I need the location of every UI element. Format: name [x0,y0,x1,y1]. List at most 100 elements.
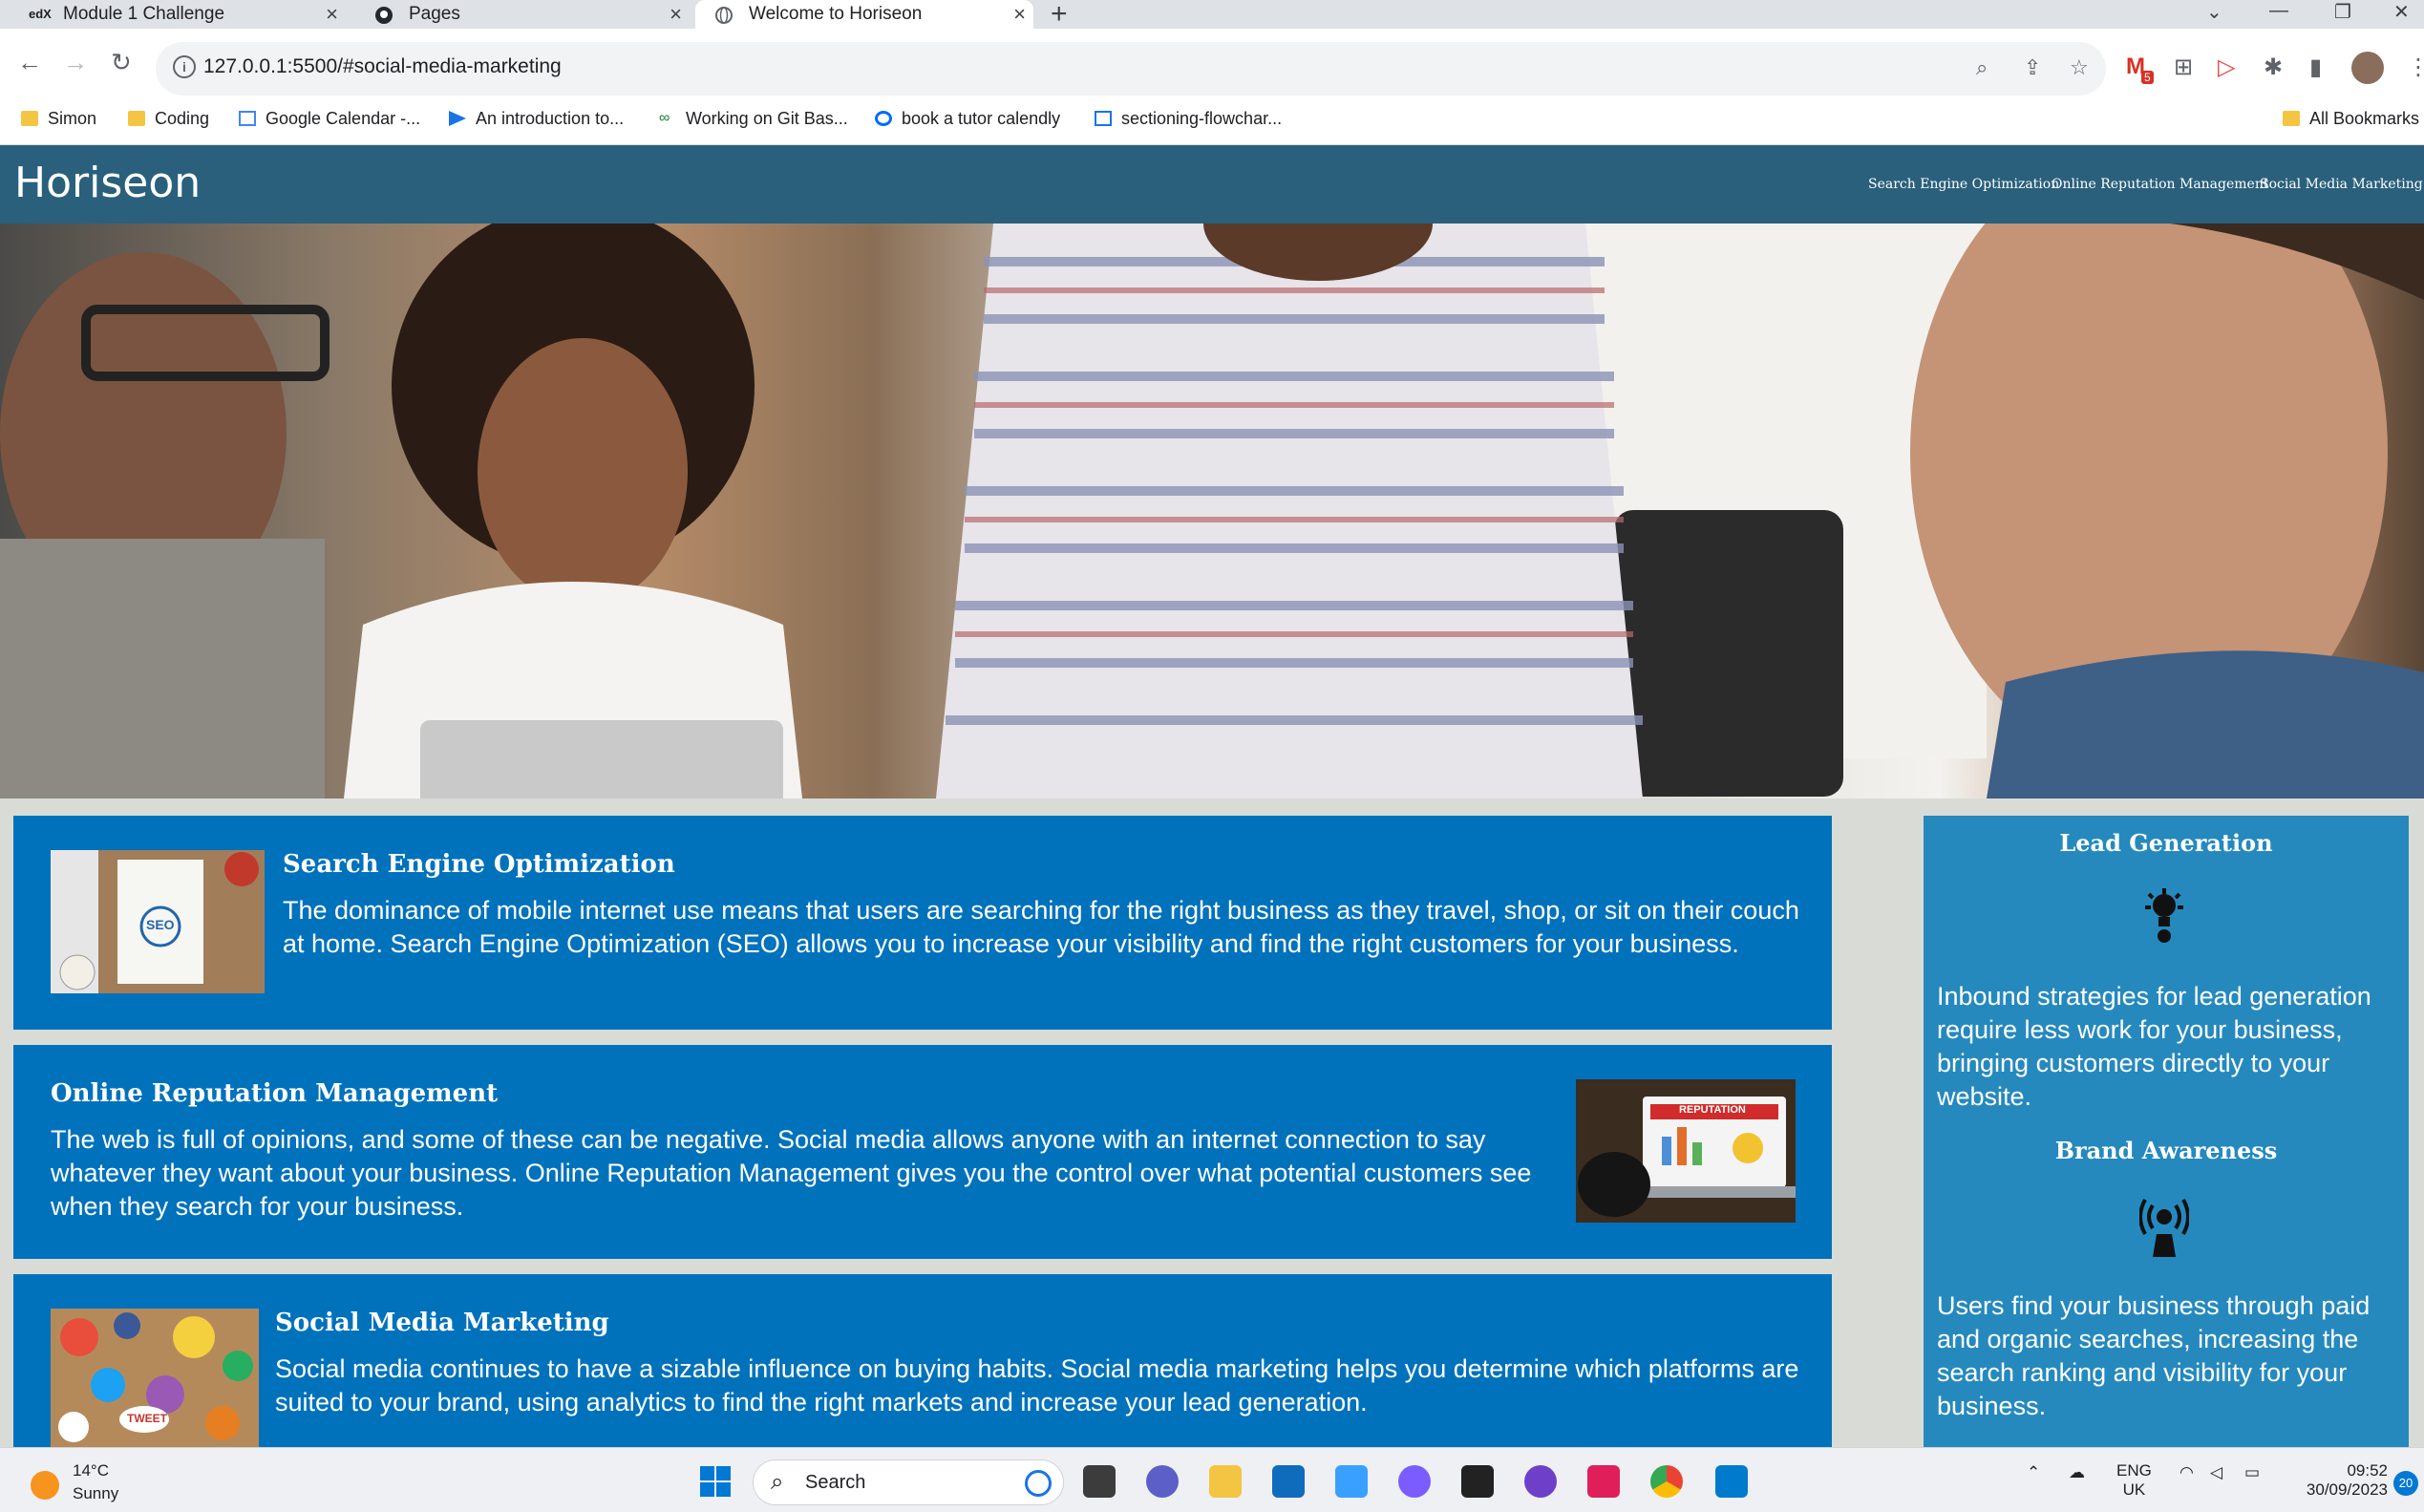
lead-generation-icon [2139,888,2189,948]
share-icon[interactable]: ⇪ [2024,55,2041,80]
tab-module-1-challenge[interactable]: edX Module 1 Challenge × [0,0,346,29]
teams-chat-icon[interactable] [1146,1465,1179,1498]
bookmark-label: book a tutor calendly [902,108,1061,128]
bookmark-google-calendar[interactable]: Google Calendar -... [239,105,420,132]
bookmark-git-bash[interactable]: ∞ Working on Git Bas... [659,105,848,132]
restore-icon[interactable]: ❐ [2334,0,2351,24]
bookmark-sectioning-flowchart[interactable]: sectioning-flowchar... [1095,105,1282,132]
bookmark-introduction[interactable]: An introduction to... [449,105,624,132]
tab-title: Module 1 Challenge [63,4,225,24]
sunny-weather-icon [31,1471,59,1500]
clock[interactable]: 09:52 30/09/2023 [2292,1461,2388,1500]
search-icon: ⌕ [771,1469,784,1495]
messenger-icon[interactable] [1398,1465,1431,1498]
grid-extension-icon[interactable]: ⊞ [2174,53,2193,81]
extensions-puzzle-icon[interactable]: ✱ [2264,53,2283,81]
folder-icon [128,111,145,126]
tab-strip: edX Module 1 Challenge × Pages × Welcome… [0,0,2424,31]
tab-welcome-to-horiseon[interactable]: Welcome to Horiseon × [695,0,1033,29]
calendar-icon [239,111,256,126]
nav-link-reputation[interactable]: Online Reputation Management [2052,177,2268,192]
bookmark-label: Coding [155,108,210,128]
bookmark-label: All Bookmarks [2309,108,2420,128]
reputation-thumbnail: REPUTATION [1576,1079,1796,1223]
bookmark-label: Working on Git Bas... [686,108,848,128]
globe-icon [714,6,734,24]
task-view-icon[interactable] [1083,1465,1116,1498]
region-code: UK [2122,1480,2146,1499]
bookmark-simon[interactable]: Simon [21,105,96,132]
terminal-icon[interactable] [1461,1465,1494,1498]
battery-icon[interactable]: ▭ [2244,1463,2260,1482]
tab-search-icon[interactable]: ⌄ [2206,0,2222,24]
file-explorer-icon[interactable] [1209,1465,1242,1498]
profile-avatar[interactable] [2351,52,2384,84]
card-seo: SEO Search Engine Optimization The domin… [13,816,1832,1030]
site-info-icon[interactable]: i [173,55,196,78]
bookmark-coding[interactable]: Coding [128,105,209,132]
chrome-icon[interactable] [1650,1465,1683,1498]
close-tab-icon[interactable]: × [326,2,338,27]
seo-thumbnail: SEO [51,850,265,993]
nav-link-social-media[interactable]: Social Media Marketing [2260,177,2423,192]
close-tab-icon[interactable]: × [670,2,682,27]
benefit-text-lead-generation: Inbound strategies for lead generation r… [1937,982,2371,1111]
benefit-title-lead-generation: Lead Generation [2059,829,2273,857]
clock-time: 09:52 [2347,1461,2388,1480]
close-tab-icon[interactable]: × [1013,2,1026,27]
language-indicator[interactable]: ENG UK [2116,1461,2152,1500]
tab-title: Welcome to Horiseon [749,4,923,24]
benefits-sidebar: Lead Generation Inbound strategies for l… [1924,816,2409,1484]
microsoft-store-icon[interactable] [1272,1465,1305,1498]
benefit-title-brand-awareness: Brand Awareness [2054,1137,2278,1164]
minimize-icon[interactable]: — [2269,0,2288,22]
all-bookmarks[interactable]: All Bookmarks [2283,105,2419,132]
thumb-caption: TWEET [127,1412,167,1425]
github-icon [374,6,393,24]
screencast-extension-icon[interactable]: ▷ [2218,53,2235,81]
close-window-icon[interactable]: ✕ [2393,0,2410,24]
slack-icon[interactable] [1587,1465,1620,1498]
new-tab-button[interactable]: + [1051,0,1068,31]
zoom-icon[interactable]: ⌕ [1976,55,1988,80]
vscode-icon[interactable] [1715,1465,1748,1498]
card-title: Search Engine Optimization [283,850,675,879]
bing-icon[interactable] [1025,1470,1052,1497]
taskbar-search-placeholder: Search [805,1472,866,1493]
bookmark-label: Google Calendar -... [266,108,421,128]
card-social-media: TWEET Social Media Marketing Social medi… [13,1274,1832,1447]
nav-link-seo[interactable]: Search Engine Optimization [1868,177,2059,192]
tab-pages[interactable]: Pages × [346,0,690,29]
wifi-icon[interactable]: ◠ [2179,1463,2194,1482]
bookmark-calendly[interactable]: book a tutor calendly [875,105,1060,132]
windows-start-icon[interactable] [699,1465,732,1498]
tab-title: Pages [409,4,460,24]
forward-icon[interactable]: → [63,48,88,77]
back-icon[interactable]: ← [17,48,42,77]
weather-description: Sunny [73,1484,119,1502]
show-hidden-icons-chevron[interactable]: ⌃ [2027,1463,2040,1482]
thumb-caption: SEO [146,917,175,932]
url-text[interactable]: 127.0.0.1:5500/#social-media-marketing [203,55,562,78]
address-bar[interactable]: i 127.0.0.1:5500/#social-media-marketing… [156,42,2106,96]
language-code: ENG [2116,1461,2152,1480]
link-icon: ∞ [659,110,670,126]
folder-icon [21,111,38,126]
calendly-icon [875,111,892,126]
menu-kebab-icon[interactable]: ⋮ [2407,53,2424,81]
notepad-icon[interactable] [1335,1465,1368,1498]
onedrive-cloud-icon[interactable]: ☁ [2069,1463,2085,1482]
reload-icon[interactable]: ↻ [111,48,132,77]
weather-temperature: 14°C [73,1461,109,1480]
volume-icon[interactable]: ◁ [2210,1463,2222,1482]
card-text: The web is full of opinions, and some of… [51,1125,1532,1221]
social-media-thumbnail: TWEET [51,1309,259,1447]
notification-count-badge[interactable]: 20 [2393,1471,2418,1496]
site-logo[interactable]: Horiseon [14,159,201,207]
side-panel-icon[interactable]: ▮ [2309,53,2322,81]
play-icon [449,111,466,126]
taskbar-search[interactable]: ⌕ Search [753,1459,1064,1505]
github-desktop-icon[interactable] [1524,1465,1557,1498]
bookmark-star-icon[interactable]: ☆ [2070,55,2089,80]
card-title: Online Reputation Management [51,1079,499,1108]
